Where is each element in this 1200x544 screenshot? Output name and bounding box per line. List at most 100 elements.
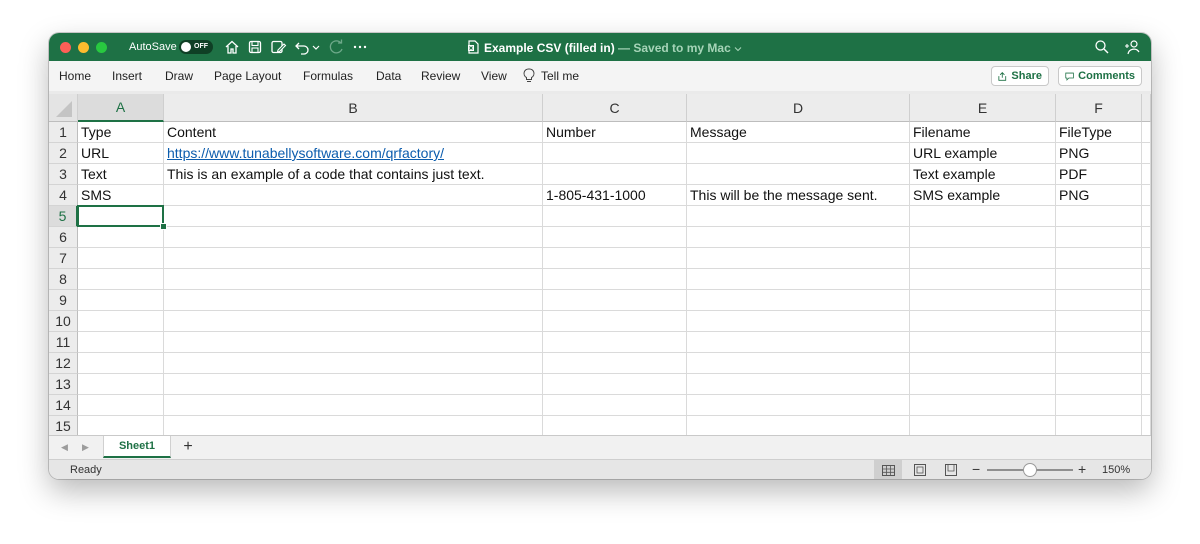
tab-insert[interactable]: Insert — [112, 69, 142, 83]
cell-d8[interactable] — [687, 269, 910, 290]
page-break-view-button[interactable] — [937, 460, 965, 479]
cell-e15[interactable] — [910, 416, 1056, 435]
previous-sheet-icon[interactable]: ◀ — [61, 442, 68, 453]
sheet-tab-sheet1[interactable]: Sheet1 — [103, 436, 171, 458]
minimize-window-button[interactable] — [78, 42, 89, 53]
row-header-8[interactable]: 8 — [49, 269, 78, 290]
cell-d7[interactable] — [687, 248, 910, 269]
cell-a2[interactable]: URL — [78, 143, 164, 164]
tab-page-layout[interactable]: Page Layout — [214, 69, 281, 83]
row-header-5[interactable]: 5 — [49, 206, 78, 227]
cell-f10[interactable] — [1056, 311, 1142, 332]
normal-view-button[interactable] — [874, 460, 902, 479]
row-header-1[interactable]: 1 — [49, 122, 78, 143]
row-header-3[interactable]: 3 — [49, 164, 78, 185]
cell-a7[interactable] — [78, 248, 164, 269]
tab-draw[interactable]: Draw — [165, 69, 193, 83]
row-header-9[interactable]: 9 — [49, 290, 78, 311]
cell-c3[interactable] — [543, 164, 687, 185]
cell-f7[interactable] — [1056, 248, 1142, 269]
cell-d14[interactable] — [687, 395, 910, 416]
cell-e6[interactable] — [910, 227, 1056, 248]
column-header-f[interactable]: F — [1056, 94, 1142, 122]
share-button[interactable]: Share — [991, 66, 1049, 86]
column-header-e[interactable]: E — [910, 94, 1056, 122]
search-icon[interactable] — [1093, 38, 1111, 56]
cell-b15[interactable] — [164, 416, 543, 435]
home-icon[interactable] — [223, 38, 241, 56]
cell-a4[interactable]: SMS — [78, 185, 164, 206]
cell-b11[interactable] — [164, 332, 543, 353]
tab-data[interactable]: Data — [376, 69, 401, 83]
cell-b2[interactable]: https://www.tunabellysoftware.com/qrfact… — [164, 143, 543, 164]
cell-f13[interactable] — [1056, 374, 1142, 395]
cell-d1[interactable]: Message — [687, 122, 910, 143]
save-icon[interactable] — [246, 38, 264, 56]
cell-e9[interactable] — [910, 290, 1056, 311]
cell-b4[interactable] — [164, 185, 543, 206]
cell-b9[interactable] — [164, 290, 543, 311]
cell-f1[interactable]: FileType — [1056, 122, 1142, 143]
cell-c12[interactable] — [543, 353, 687, 374]
column-header-a[interactable]: A — [78, 94, 164, 122]
comments-button[interactable]: Comments — [1058, 66, 1142, 86]
cell-f6[interactable] — [1056, 227, 1142, 248]
account-icon[interactable] — [1123, 38, 1141, 56]
tab-review[interactable]: Review — [421, 69, 460, 83]
cell-d11[interactable] — [687, 332, 910, 353]
row-header-4[interactable]: 4 — [49, 185, 78, 206]
tell-me-search[interactable]: Tell me — [541, 69, 579, 83]
column-header-c[interactable]: C — [543, 94, 687, 122]
row-header-2[interactable]: 2 — [49, 143, 78, 164]
column-header-b[interactable]: B — [164, 94, 543, 122]
row-header-14[interactable]: 14 — [49, 395, 78, 416]
cell-c15[interactable] — [543, 416, 687, 435]
zoom-out-button[interactable]: − — [972, 461, 980, 477]
cell-d4[interactable]: This will be the message sent. — [687, 185, 910, 206]
cell-d2[interactable] — [687, 143, 910, 164]
undo-icon[interactable] — [293, 38, 311, 56]
cell-b6[interactable] — [164, 227, 543, 248]
row-header-13[interactable]: 13 — [49, 374, 78, 395]
zoom-slider-knob[interactable] — [1023, 463, 1037, 477]
cell-b13[interactable] — [164, 374, 543, 395]
cell-f11[interactable] — [1056, 332, 1142, 353]
cell-c14[interactable] — [543, 395, 687, 416]
cell-e2[interactable]: URL example — [910, 143, 1056, 164]
zoom-in-button[interactable]: + — [1078, 461, 1086, 477]
cell-a9[interactable] — [78, 290, 164, 311]
row-header-11[interactable]: 11 — [49, 332, 78, 353]
cell-e8[interactable] — [910, 269, 1056, 290]
cell-e13[interactable] — [910, 374, 1056, 395]
cell-c2[interactable] — [543, 143, 687, 164]
cell-f5[interactable] — [1056, 206, 1142, 227]
fill-handle[interactable] — [160, 223, 167, 230]
row-header-10[interactable]: 10 — [49, 311, 78, 332]
redo-icon[interactable] — [327, 38, 345, 56]
cell-c13[interactable] — [543, 374, 687, 395]
cell-e12[interactable] — [910, 353, 1056, 374]
next-sheet-icon[interactable]: ▶ — [82, 442, 89, 453]
cell-d10[interactable] — [687, 311, 910, 332]
cell-c6[interactable] — [543, 227, 687, 248]
cell-f8[interactable] — [1056, 269, 1142, 290]
more-options-icon[interactable] — [351, 38, 369, 56]
cell-b8[interactable] — [164, 269, 543, 290]
cell-c8[interactable] — [543, 269, 687, 290]
cell-c11[interactable] — [543, 332, 687, 353]
row-header-6[interactable]: 6 — [49, 227, 78, 248]
cell-b5[interactable] — [164, 206, 543, 227]
cell-a8[interactable] — [78, 269, 164, 290]
cell-a15[interactable] — [78, 416, 164, 435]
edit-document-icon[interactable] — [269, 38, 287, 56]
cell-d6[interactable] — [687, 227, 910, 248]
cell-d5[interactable] — [687, 206, 910, 227]
cell-e4[interactable]: SMS example — [910, 185, 1056, 206]
cell-a10[interactable] — [78, 311, 164, 332]
cell-f2[interactable]: PNG — [1056, 143, 1142, 164]
cell-e7[interactable] — [910, 248, 1056, 269]
cell-f14[interactable] — [1056, 395, 1142, 416]
cell-d9[interactable] — [687, 290, 910, 311]
cell-f9[interactable] — [1056, 290, 1142, 311]
spreadsheet-grid[interactable]: A B C D E F 1 Type Content Number Message Filename F… — [49, 94, 1151, 435]
